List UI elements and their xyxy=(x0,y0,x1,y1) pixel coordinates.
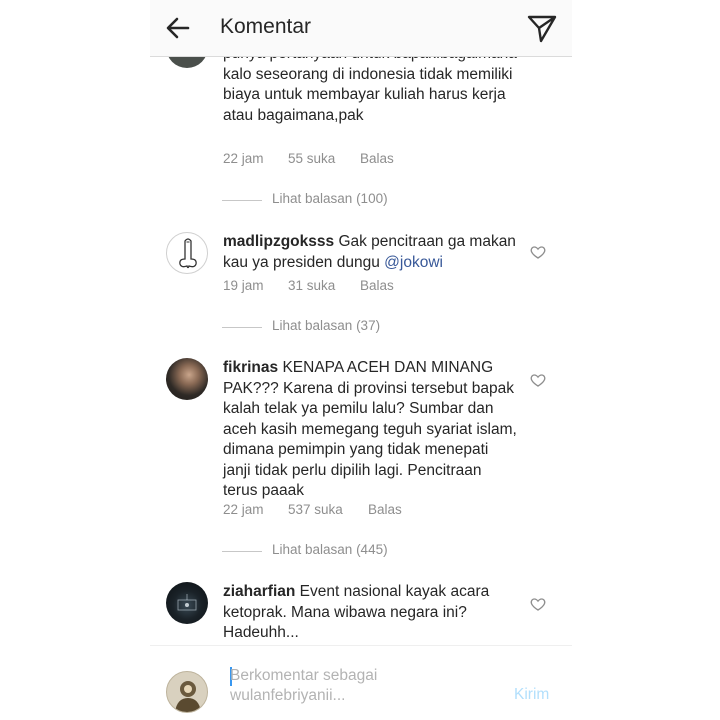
comment-list[interactable]: punya pertanyaan untuk bapak.bagaimana k… xyxy=(150,0,572,645)
reply-button[interactable]: Balas xyxy=(360,278,394,293)
like-heart-icon[interactable] xyxy=(530,244,546,260)
comment-text: madlipzgoksss Gak pencitraan ga makan ka… xyxy=(223,233,516,271)
like-heart-icon[interactable] xyxy=(530,372,546,388)
comment-username[interactable]: fikrinas xyxy=(223,359,278,376)
current-user-avatar xyxy=(166,671,208,713)
avatar-drawing xyxy=(177,594,197,611)
like-heart-icon[interactable] xyxy=(530,596,546,612)
avatar[interactable] xyxy=(166,358,208,400)
arrow-left-icon[interactable] xyxy=(162,12,194,44)
avatar[interactable] xyxy=(166,232,208,274)
paper-plane-icon[interactable] xyxy=(526,12,558,44)
like-count[interactable]: 55 suka xyxy=(288,151,335,166)
reply-button[interactable]: Balas xyxy=(360,151,394,166)
comment-text: fikrinas KENAPA ACEH DAN MINANG PAK??? K… xyxy=(223,359,517,499)
comment-text: ziaharfian Event nasional kayak acara ke… xyxy=(223,583,490,641)
top-app-bar: Komentar xyxy=(150,0,572,57)
replies-divider xyxy=(222,327,262,328)
comment-time: 22 jam xyxy=(223,502,264,517)
send-button[interactable]: Kirim xyxy=(514,686,549,704)
avatar-drawing xyxy=(175,681,201,712)
comment-input[interactable]: Berkomentar sebagai wulanfebriyanii... xyxy=(230,666,420,706)
like-count[interactable]: 31 suka xyxy=(288,278,335,293)
avatar-drawing xyxy=(179,238,197,269)
reply-button[interactable]: Balas xyxy=(368,502,402,517)
replies-divider xyxy=(222,200,262,201)
comment-username[interactable]: ziaharfian xyxy=(223,583,295,600)
comment-time: 22 jam xyxy=(223,151,264,166)
mention-link[interactable]: @jokowi xyxy=(384,254,443,271)
comment-username[interactable]: madlipzgoksss xyxy=(223,233,334,250)
replies-divider xyxy=(222,551,262,552)
like-count[interactable]: 537 suka xyxy=(288,502,343,517)
comment-time: 19 jam xyxy=(223,278,264,293)
app-screen: punya pertanyaan untuk bapak.bagaimana k… xyxy=(150,0,572,720)
comment-composer: Berkomentar sebagai wulanfebriyanii... K… xyxy=(150,645,572,720)
avatar[interactable] xyxy=(166,582,208,624)
page-title: Komentar xyxy=(220,15,312,38)
